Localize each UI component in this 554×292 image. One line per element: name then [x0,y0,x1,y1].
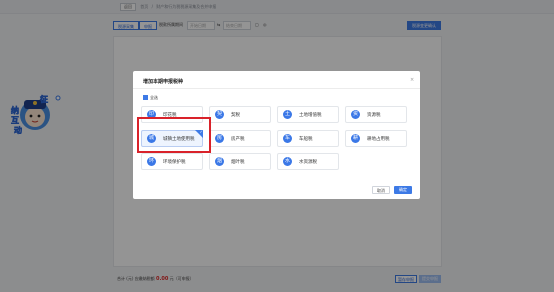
selection-highlight-frame [137,117,211,153]
tax-card-label: 烟叶税 [231,160,245,165]
tax-card-label: 耕地占用税 [367,137,390,142]
tax-card[interactable]: 水 水资源税 [277,153,339,170]
tax-type-icon: 车 [283,134,292,143]
select-all-checkbox[interactable]: 全选 [143,94,158,101]
confirm-button[interactable]: 确定 [394,186,412,194]
cancel-button[interactable]: 取消 [372,186,390,194]
tax-type-icon: 土 [283,110,292,119]
dialog-title: 增加本期申报税种 [143,79,184,85]
tax-card[interactable]: 耕 耕地占用税 [345,130,407,147]
tax-card[interactable]: 资 资源税 [345,106,407,123]
tax-type-icon: 资 [351,110,360,119]
tax-card-label: 水资源税 [299,160,317,165]
tax-card-label: 环境保护税 [163,160,186,165]
tax-card[interactable]: 契 契税 [209,106,271,123]
tax-type-icon: 水 [283,157,292,166]
tax-card[interactable]: 环 环境保护税 [141,153,203,170]
select-all-label: 全选 [150,95,158,100]
close-icon[interactable]: × [410,77,414,83]
tax-type-icon: 契 [215,110,224,119]
tax-type-icon: 烟 [215,157,224,166]
tax-card[interactable]: 土 土地增值税 [277,106,339,123]
tax-type-icon: 环 [147,157,156,166]
tax-card[interactable]: 烟 烟叶税 [209,153,271,170]
tax-card-label: 土地增值税 [299,113,322,118]
tax-card-label: 契税 [231,113,240,118]
tax-card-label: 车船税 [299,137,313,142]
tax-card-label: 资源税 [367,113,381,118]
tax-card[interactable]: 车 车船税 [277,130,339,147]
tax-type-icon: 耕 [351,134,360,143]
tax-card[interactable]: 房 房产税 [209,130,271,147]
tax-type-icon: 房 [215,134,224,143]
dialog-divider [133,88,420,89]
checkbox-checked-icon [143,94,148,100]
tax-card-label: 房产税 [231,137,245,142]
